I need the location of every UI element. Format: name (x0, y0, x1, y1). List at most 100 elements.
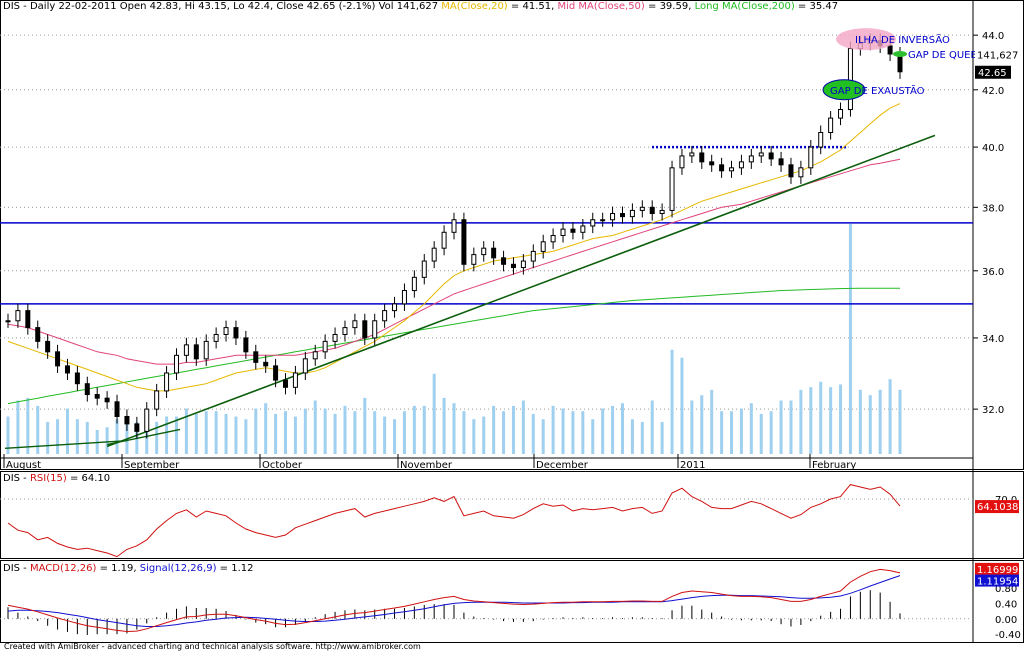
candle-body (173, 354, 179, 374)
volume-bar (452, 403, 456, 454)
candle-body (560, 228, 566, 236)
x-axis-label: 2011 (680, 460, 705, 471)
candle-body (689, 152, 695, 157)
volume-bar (492, 405, 496, 454)
volume-bar (839, 384, 843, 454)
candle-body (292, 372, 298, 388)
volume-bar (511, 405, 515, 454)
volume-bar (809, 387, 813, 454)
price-header: DIS - Daily 22-02-2011 Open 42.83, Hi 43… (3, 1, 838, 12)
candle-body (699, 152, 705, 163)
candle-body (134, 423, 140, 432)
candle-body (164, 372, 170, 392)
candle-body (421, 260, 427, 278)
candle-body (372, 320, 378, 339)
candle-body (501, 257, 507, 265)
candle-body (719, 164, 725, 172)
volume-bar (660, 421, 664, 454)
volume-bar (343, 405, 347, 454)
volume-bar (531, 413, 535, 454)
candle-body (510, 263, 516, 269)
candle-body (312, 351, 318, 360)
volume-bar (620, 403, 624, 454)
volume-bar (303, 408, 307, 454)
candle-body (302, 358, 308, 374)
annotation-island: ILHA DE INVERSÃO (855, 33, 950, 46)
x-axis-label: December (536, 460, 589, 471)
volume-bar (105, 427, 109, 454)
volume-bar (551, 405, 555, 454)
volume-bar (204, 411, 208, 454)
x-axis-label: February (812, 460, 856, 471)
price-tick-label: 34.0 (982, 334, 1004, 345)
rsi-pane-frame (0, 471, 1024, 559)
price-tick-label: 44.0 (982, 31, 1004, 42)
candle-body (64, 365, 70, 374)
volume-bar (829, 387, 833, 454)
volume-bar (739, 408, 743, 454)
candle-body (481, 247, 487, 256)
price-tick-label: 32.0 (982, 405, 1004, 416)
volume-bar (353, 411, 357, 454)
candle-body (550, 234, 556, 243)
volume-bar (482, 416, 486, 454)
volume-bar (858, 389, 862, 454)
volume-bar (779, 400, 783, 454)
ma20-line (7, 103, 901, 392)
x-axis-label: September (124, 460, 180, 471)
x-axis-label: October (262, 460, 303, 471)
volume-bar (601, 408, 605, 454)
macd-tick-label: 0.00 (995, 615, 1017, 626)
volume-bar (541, 419, 545, 454)
volume-bar (650, 400, 654, 454)
volume-bar (581, 411, 585, 454)
volume-bar (521, 400, 525, 454)
rsi-label: RSI(15) (29, 473, 67, 484)
candle-body (55, 351, 61, 367)
volume-bar (16, 400, 20, 454)
candle-body (382, 310, 388, 322)
volume-bar (274, 413, 278, 454)
volume-bar (799, 389, 803, 454)
volume-bar (442, 397, 446, 454)
macd-tick-label: 0.40 (995, 599, 1017, 610)
volume-bar (333, 413, 337, 454)
price-info: DIS - Daily 22-02-2011 Open 42.83, Hi 43… (3, 1, 439, 12)
candle-body (619, 213, 625, 218)
volume-bar (194, 413, 198, 454)
volume-bar (244, 419, 248, 454)
candle-body (45, 340, 51, 353)
price-tick-label: 40.0 (982, 143, 1004, 154)
candle-body (461, 219, 467, 265)
rsi-line (7, 484, 901, 558)
volume-bar (26, 397, 30, 454)
volume-bar (115, 419, 119, 454)
candle-body (263, 361, 269, 367)
volume-bar (898, 389, 902, 454)
volume-bar (363, 397, 367, 454)
candle-body (600, 219, 606, 222)
candle-body (273, 365, 279, 381)
candle-body (401, 290, 407, 305)
volume-bar (393, 419, 397, 454)
candle-body (342, 327, 348, 335)
ma200-value: = 35.47 (797, 1, 839, 12)
gap-break-ellipse (893, 50, 907, 57)
volume-bar (323, 408, 327, 454)
volume-bar (789, 400, 793, 454)
volume-bar (730, 411, 734, 454)
candle-body (570, 228, 576, 233)
candle-body (629, 209, 635, 218)
volume-bar (224, 413, 228, 454)
signal-line (7, 575, 901, 627)
volume-bar (611, 405, 615, 454)
candle-body (748, 155, 754, 163)
volume-bar (720, 411, 724, 454)
candle-body (253, 351, 259, 363)
candle-body (193, 344, 199, 360)
volume-bar (85, 421, 89, 454)
candle-body (431, 247, 437, 262)
volume-bar (472, 419, 476, 454)
candle-body (322, 340, 328, 353)
volume-bar (165, 416, 169, 454)
